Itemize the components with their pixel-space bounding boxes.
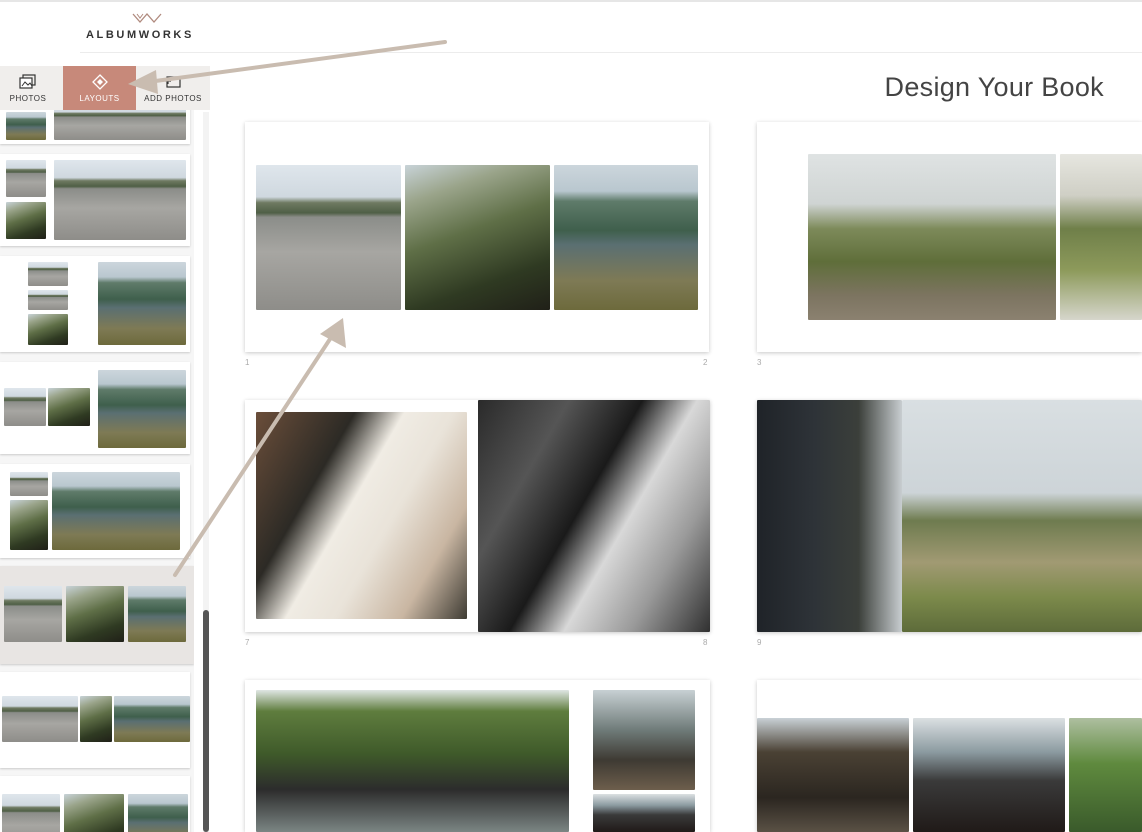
layout-photo [128, 794, 188, 832]
layout-thumbnail[interactable] [0, 464, 190, 558]
book-spread[interactable] [757, 680, 1142, 832]
page-number: 8 [703, 638, 708, 647]
tab-add-photos[interactable]: ADD PHOTOS [138, 66, 208, 110]
spread-photo[interactable] [913, 718, 1065, 832]
spread-photo[interactable] [757, 400, 902, 632]
page-number: 7 [245, 638, 250, 647]
layout-photo [6, 202, 46, 239]
layout-thumbnail-list[interactable] [0, 110, 194, 832]
spread-photo[interactable] [593, 690, 695, 790]
photos-icon [19, 74, 36, 89]
layout-thumbnail[interactable] [0, 362, 190, 454]
page-title: Design Your Book [884, 72, 1104, 102]
spread-photo[interactable] [554, 165, 698, 310]
layout-thumbnail[interactable] [0, 154, 190, 246]
layout-photo [66, 586, 124, 642]
spread-photo[interactable] [902, 400, 1142, 632]
layout-photo [6, 160, 46, 197]
tab-photos-label: PHOTOS [9, 94, 47, 103]
add-photos-icon [165, 76, 181, 88]
sidebar-scrollbar-thumb[interactable] [203, 610, 209, 832]
page-number: 2 [703, 358, 708, 367]
sidebar: PHOTOS LAYOUTS ADD PHOTOS [0, 66, 210, 832]
layout-thumbnail[interactable] [0, 776, 190, 832]
layout-photo [80, 696, 112, 742]
tab-layouts-label: LAYOUTS [79, 94, 120, 103]
layout-photo [10, 472, 48, 496]
layout-photo [54, 110, 186, 140]
layout-thumbnail-selected[interactable] [0, 566, 194, 664]
sidebar-tabs: PHOTOS LAYOUTS ADD PHOTOS [0, 66, 210, 110]
spread-photo[interactable] [478, 400, 710, 632]
layout-photo [48, 388, 90, 426]
layout-photo [4, 388, 46, 426]
layout-photo [98, 262, 186, 345]
albumworks-logo[interactable]: ALBUMWORKS [86, 12, 208, 44]
layout-photo [52, 472, 180, 550]
spread-photo[interactable] [405, 165, 550, 310]
layout-photo [54, 160, 186, 240]
layouts-icon [91, 74, 108, 90]
brand-name: ALBUMWORKS [86, 29, 194, 41]
layout-photo [4, 586, 62, 642]
layout-photo [28, 290, 68, 310]
book-spread[interactable] [245, 680, 710, 832]
spread-photo[interactable] [256, 690, 569, 832]
page-number: 9 [757, 638, 762, 647]
header-divider [80, 52, 1142, 53]
spread-photo[interactable] [808, 154, 1056, 320]
layout-photo [10, 500, 48, 550]
tab-layouts[interactable]: LAYOUTS [63, 66, 136, 110]
book-spread[interactable] [245, 400, 710, 632]
book-spread[interactable] [757, 400, 1142, 632]
book-spread[interactable] [757, 122, 1142, 352]
spread-photo[interactable] [256, 412, 467, 619]
logo-mark-icon [132, 13, 162, 23]
tab-add-photos-label: ADD PHOTOS [144, 94, 202, 103]
spread-photo[interactable] [757, 718, 909, 832]
spread-photo[interactable] [256, 165, 401, 310]
spread-photo[interactable] [593, 794, 695, 832]
layout-photo [114, 696, 190, 742]
spread-photo[interactable] [1069, 718, 1142, 832]
tab-photos[interactable]: PHOTOS [0, 66, 56, 110]
layout-photo [2, 794, 60, 832]
layout-photo [6, 112, 46, 140]
layout-thumbnail[interactable] [0, 110, 190, 144]
layout-photo [128, 586, 186, 642]
layout-photo [2, 696, 78, 742]
layout-photo [98, 370, 186, 448]
layout-photo [28, 262, 68, 286]
page-number: 3 [757, 358, 762, 367]
layout-photo [64, 794, 124, 832]
page-number: 1 [245, 358, 250, 367]
layout-photo [28, 314, 68, 345]
layout-thumbnail[interactable] [0, 256, 190, 352]
book-spread[interactable] [245, 122, 709, 352]
spread-photo[interactable] [1060, 154, 1142, 320]
top-border [0, 0, 1142, 2]
layout-thumbnail[interactable] [0, 672, 190, 768]
